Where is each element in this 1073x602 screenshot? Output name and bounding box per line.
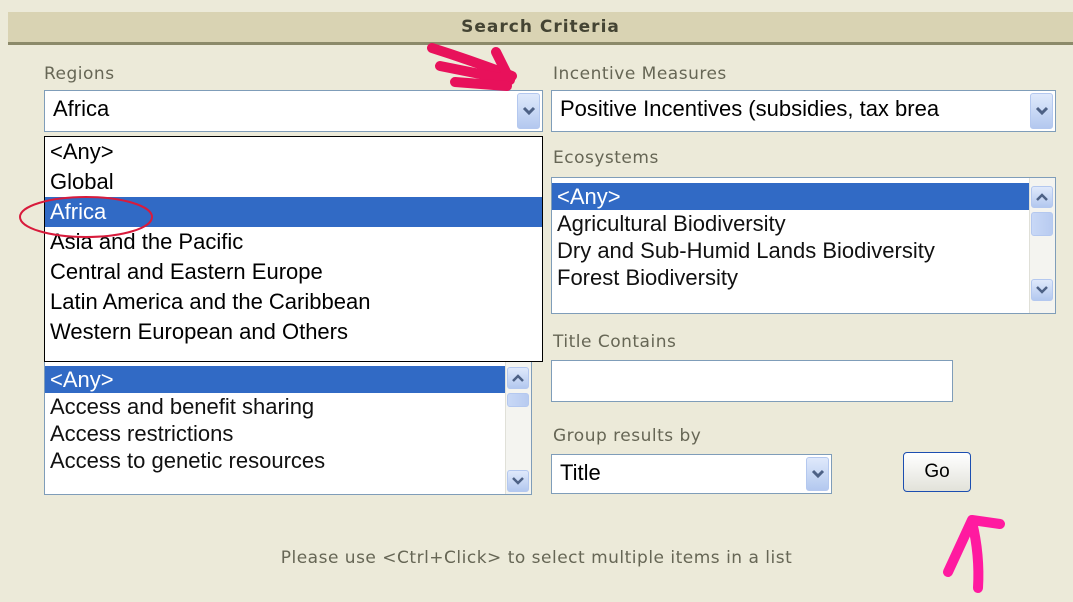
red-arrow-annotation	[427, 43, 517, 91]
annotation-overlay	[19, 43, 1005, 593]
red-circle-annotation	[19, 196, 153, 238]
pink-arrow-annotation	[943, 515, 1005, 593]
